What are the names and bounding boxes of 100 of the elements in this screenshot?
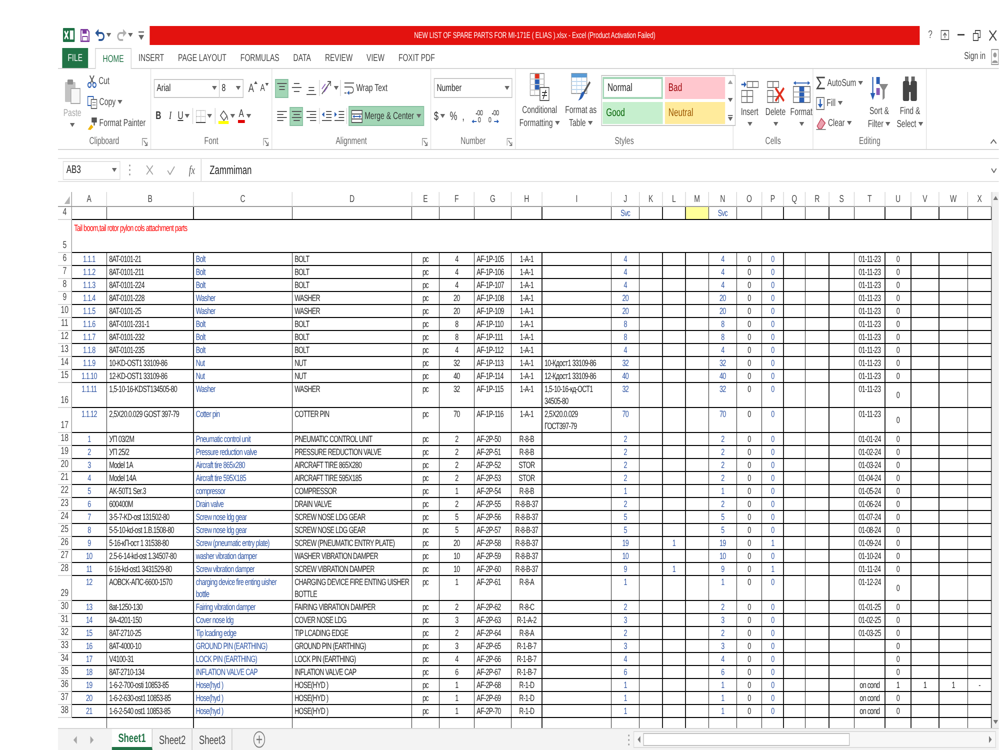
customize-icon[interactable] bbox=[138, 30, 144, 40]
column-header[interactable]: D bbox=[292, 192, 412, 207]
percent-button[interactable]: % bbox=[450, 109, 458, 123]
currency-button[interactable]: $ bbox=[434, 109, 445, 123]
row-header[interactable]: 13 bbox=[58, 344, 72, 357]
column-header[interactable]: U bbox=[885, 192, 912, 207]
row-header[interactable]: 23 bbox=[58, 498, 72, 511]
horizontal-scrollbar[interactable] bbox=[633, 731, 996, 748]
dialog-launcher-icon[interactable] bbox=[422, 138, 428, 146]
cut-button[interactable]: Cut bbox=[87, 71, 146, 91]
ribbon-tab[interactable]: DATA bbox=[286, 48, 318, 68]
ribbon-tab[interactable]: FOXIT PDF bbox=[391, 48, 442, 68]
ribbon-tab[interactable]: HOME bbox=[95, 48, 132, 69]
row-header[interactable]: 8 bbox=[58, 279, 72, 292]
collapse-ribbon-icon[interactable] bbox=[990, 139, 997, 144]
scrollbar-thumb[interactable] bbox=[643, 733, 850, 746]
column-header[interactable]: B bbox=[107, 192, 194, 207]
file-tab[interactable]: FILE bbox=[62, 48, 88, 68]
scroll-left-icon[interactable] bbox=[638, 736, 640, 743]
merge-center-button[interactable]: Merge & Center bbox=[348, 106, 424, 126]
ribbon-display-icon[interactable] bbox=[940, 30, 950, 40]
column-header[interactable]: V bbox=[911, 192, 940, 207]
delete-cells-button[interactable]: Delete bbox=[764, 73, 788, 134]
ribbon-tab[interactable]: INSERT bbox=[132, 48, 172, 68]
dialog-launcher-icon[interactable] bbox=[263, 138, 269, 146]
column-header[interactable]: P bbox=[762, 192, 784, 207]
row-header[interactable]: 14 bbox=[58, 357, 72, 370]
enter-icon[interactable] bbox=[167, 166, 175, 174]
format-cells-button[interactable]: Format bbox=[790, 73, 814, 134]
scroll-down-icon[interactable] bbox=[728, 98, 733, 102]
align-center-button[interactable] bbox=[290, 106, 303, 126]
underline-button[interactable]: U bbox=[178, 110, 190, 122]
column-header[interactable]: N bbox=[709, 192, 737, 207]
grow-font-button[interactable]: A bbox=[248, 81, 258, 95]
format-painter-button[interactable]: Format Painter bbox=[87, 113, 146, 133]
column-header[interactable]: S bbox=[829, 192, 855, 207]
row-header[interactable]: 26 bbox=[58, 537, 72, 550]
row-header[interactable]: 17 bbox=[58, 408, 72, 433]
row-header[interactable]: 21 bbox=[58, 472, 72, 485]
borders-button[interactable] bbox=[196, 110, 212, 122]
wrap-text-button[interactable]: Wrap Text bbox=[342, 78, 390, 98]
select-all-button[interactable] bbox=[58, 192, 72, 207]
row-header[interactable]: 32 bbox=[58, 627, 72, 640]
row-header[interactable]: 33 bbox=[58, 640, 72, 653]
row-header[interactable]: 27 bbox=[58, 550, 72, 563]
autosum-button[interactable]: AutoSum bbox=[816, 73, 864, 93]
number-format-dropdown[interactable]: Number bbox=[434, 78, 512, 98]
row-header[interactable]: 4 bbox=[58, 207, 72, 220]
cell-style-option[interactable]: Good bbox=[602, 102, 663, 124]
column-header[interactable]: H bbox=[512, 192, 542, 207]
row-header[interactable]: 6 bbox=[58, 253, 72, 266]
row-header[interactable]: 24 bbox=[58, 511, 72, 524]
fill-button[interactable]: Fill bbox=[816, 93, 864, 113]
row-header[interactable]: 30 bbox=[58, 601, 72, 614]
column-header[interactable]: E bbox=[412, 192, 440, 207]
dialog-launcher-icon[interactable] bbox=[142, 138, 148, 146]
row-header[interactable]: 10 bbox=[58, 305, 72, 318]
ribbon-tab[interactable]: REVIEW bbox=[318, 48, 360, 68]
decrease-decimal-icon[interactable] bbox=[488, 110, 499, 122]
row-header[interactable]: 12 bbox=[58, 331, 72, 344]
align-top-button[interactable] bbox=[275, 78, 288, 98]
sheet-tab[interactable]: Sheet2 bbox=[152, 729, 193, 750]
ribbon-tab[interactable]: PAGE LAYOUT bbox=[171, 48, 234, 68]
row-header[interactable]: 29 bbox=[58, 576, 72, 601]
format-as-table-button[interactable]: Format as Table bbox=[563, 73, 598, 130]
find-select-button[interactable]: Find & Select bbox=[895, 73, 925, 134]
row-header[interactable]: 5 bbox=[58, 220, 72, 253]
clear-button[interactable]: Clear bbox=[816, 113, 864, 133]
sheet-tab[interactable]: Sheet1 bbox=[112, 729, 153, 750]
drag-handle-icon[interactable] bbox=[128, 164, 131, 176]
comma-style-button[interactable]: , bbox=[462, 109, 464, 123]
restore-icon[interactable] bbox=[972, 30, 981, 40]
column-header[interactable]: A bbox=[72, 192, 107, 207]
column-header[interactable]: I bbox=[542, 192, 612, 207]
cell-style-option[interactable]: Bad bbox=[664, 77, 726, 99]
vertical-scrollbar[interactable] bbox=[992, 192, 999, 728]
font-name-dropdown[interactable]: Arial bbox=[154, 78, 220, 98]
add-sheet-icon[interactable] bbox=[254, 731, 266, 748]
bold-button[interactable]: B bbox=[154, 110, 163, 122]
indent-decrease-icon[interactable] bbox=[322, 111, 332, 121]
more-styles-icon[interactable] bbox=[728, 115, 733, 121]
column-header[interactable]: C bbox=[194, 192, 292, 207]
insert-function-button[interactable]: fx bbox=[188, 162, 195, 178]
formula-input[interactable]: Zammiman bbox=[200, 159, 989, 181]
cancel-icon[interactable] bbox=[146, 165, 154, 175]
cell-style-option[interactable]: Neutral bbox=[664, 102, 726, 124]
column-header[interactable]: J bbox=[612, 192, 640, 207]
column-header[interactable]: Q bbox=[784, 192, 806, 207]
sheet-tab[interactable]: Sheet3 bbox=[192, 729, 233, 750]
italic-button[interactable]: I bbox=[166, 110, 175, 122]
column-header[interactable]: T bbox=[854, 192, 886, 207]
row-header[interactable]: 31 bbox=[58, 614, 72, 627]
minimize-icon[interactable] bbox=[958, 34, 965, 36]
row-header[interactable]: 15 bbox=[58, 370, 72, 383]
font-color-button[interactable]: A bbox=[238, 109, 252, 123]
help-button[interactable]: ? bbox=[928, 29, 932, 41]
save-icon[interactable] bbox=[80, 28, 90, 42]
ribbon-tab[interactable]: FORMULAS bbox=[233, 48, 286, 68]
insert-cells-button[interactable]: Insert bbox=[738, 73, 762, 134]
fill-color-button[interactable] bbox=[218, 108, 236, 124]
